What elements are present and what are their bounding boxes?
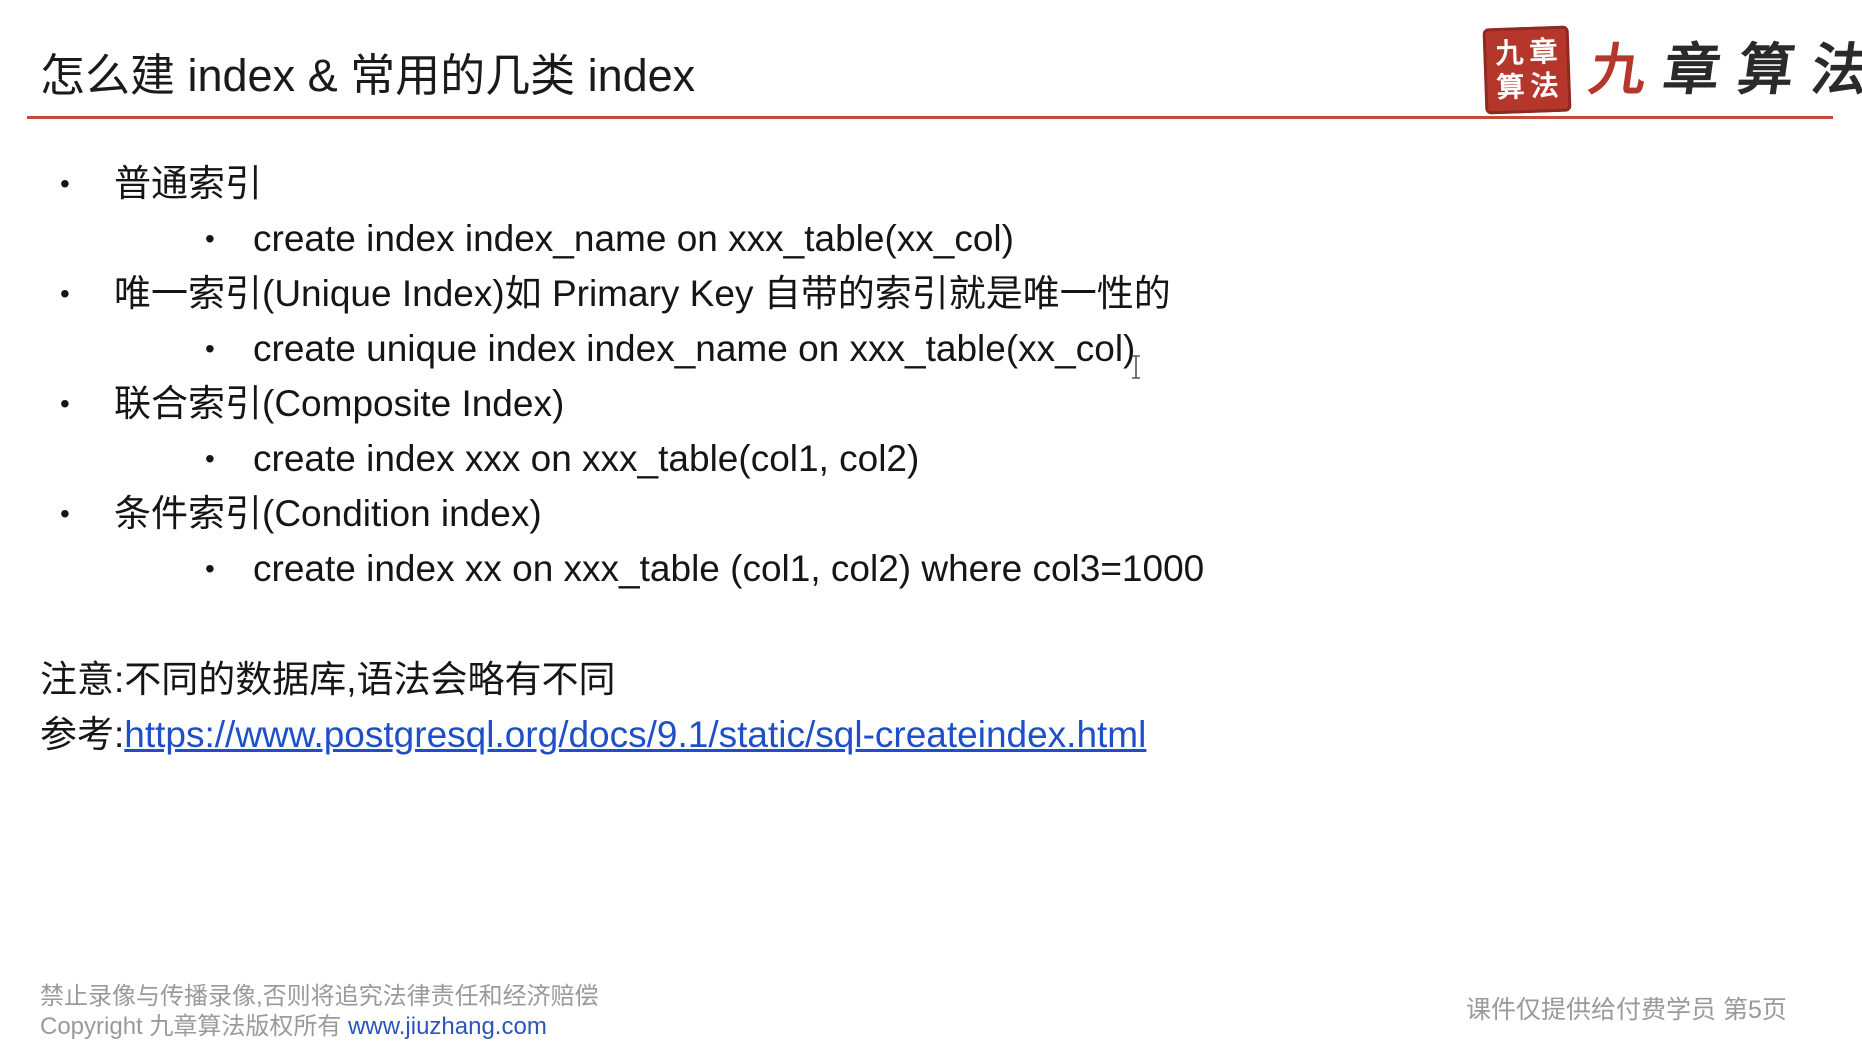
note-line: 注意:不同的数据库,语法会略有不同 xyxy=(40,659,616,700)
seal-char: 法 xyxy=(1529,68,1560,103)
logo-wordmark: 九 章 算 法 xyxy=(1585,35,1862,105)
sub-list-item: • create index xxx on xxx_table(col1, col… xyxy=(205,435,919,483)
seal-char: 算 xyxy=(1496,70,1526,105)
bullet-dot: • xyxy=(205,333,215,364)
code-line: create index xx on xxx_table (col1, col2… xyxy=(253,548,1205,589)
item-label: 条件索引(Condition index) xyxy=(114,493,542,534)
sub-list-item: • create index index_name on xxx_table(xx… xyxy=(205,215,1014,263)
footer-copyright: Copyright 九章算法版权所有 www.jiuzhang.com xyxy=(40,1012,599,1042)
list-item: • 联合索引(Composite Index) xyxy=(60,380,564,428)
bullet-dot: • xyxy=(205,443,215,474)
reference-link[interactable]: https://www.postgresql.org/docs/9.1/stat… xyxy=(124,714,1146,755)
slide: 怎么建 index & 常用的几类 index 九 章 算 法 九 章 算 法 … xyxy=(0,0,1862,1040)
copyright-text: Copyright 九章算法版权所有 xyxy=(40,1013,342,1040)
page-indicator: 课件仅提供给付费学员 第5页 xyxy=(1466,996,1787,1024)
brand-char: 算 xyxy=(1733,37,1799,103)
footer-website-link[interactable]: www.jiuzhang.com xyxy=(348,1013,547,1040)
code-line: create unique index index_name on xxx_ta… xyxy=(253,328,1136,369)
seal-char: 章 xyxy=(1528,34,1558,69)
bullet-dot: • xyxy=(60,388,70,419)
seal-char: 九 xyxy=(1494,36,1524,71)
reference-line: 参考:https://www.postgresql.org/docs/9.1/s… xyxy=(40,711,1146,759)
list-item: • 普通索引 xyxy=(60,160,262,208)
bullet-dot: • xyxy=(60,498,70,529)
code-line: create index index_name on xxx_table(xx_… xyxy=(253,218,1014,259)
title-divider xyxy=(27,116,1833,119)
brand-char: 九 xyxy=(1585,37,1651,103)
bullet-dot: • xyxy=(60,168,70,199)
list-item: • 条件索引(Condition index) xyxy=(60,490,542,538)
item-label: 联合索引(Composite Index) xyxy=(114,383,565,424)
sub-list-item: • create index xx on xxx_table (col1, col… xyxy=(205,545,1204,593)
list-item: • 唯一索引(Unique Index)如 Primary Key 自带的索引就是… xyxy=(60,270,1171,318)
jiuzhang-logo: 九 章 算 法 九 章 算 法 xyxy=(1482,24,1862,116)
brand-char: 法 xyxy=(1807,37,1862,103)
item-label: 唯一索引(Unique Index)如 Primary Key 自带的索引就是唯… xyxy=(114,273,1171,314)
footer-notice: 禁止录像与传播录像,否则将追究法律责任和经济赔偿 Copyright 九章算法版… xyxy=(40,982,599,1042)
slide-title: 怎么建 index & 常用的几类 index xyxy=(40,50,696,101)
code-line: create index xxx on xxx_table(col1, col2… xyxy=(253,438,920,479)
reference-label: 参考: xyxy=(40,714,125,755)
item-label: 普通索引 xyxy=(114,163,262,204)
bullet-dot: • xyxy=(205,553,215,584)
brand-char: 章 xyxy=(1659,37,1725,103)
sub-list-item: • create unique index index_name on xxx_t… xyxy=(205,325,1135,373)
bullet-dot: • xyxy=(60,278,70,309)
footer-warning: 禁止录像与传播录像,否则将追究法律责任和经济赔偿 xyxy=(40,983,599,1010)
text-cursor-icon xyxy=(1132,355,1140,379)
bullet-dot: • xyxy=(205,223,215,254)
logo-seal: 九 章 算 法 xyxy=(1482,25,1572,115)
